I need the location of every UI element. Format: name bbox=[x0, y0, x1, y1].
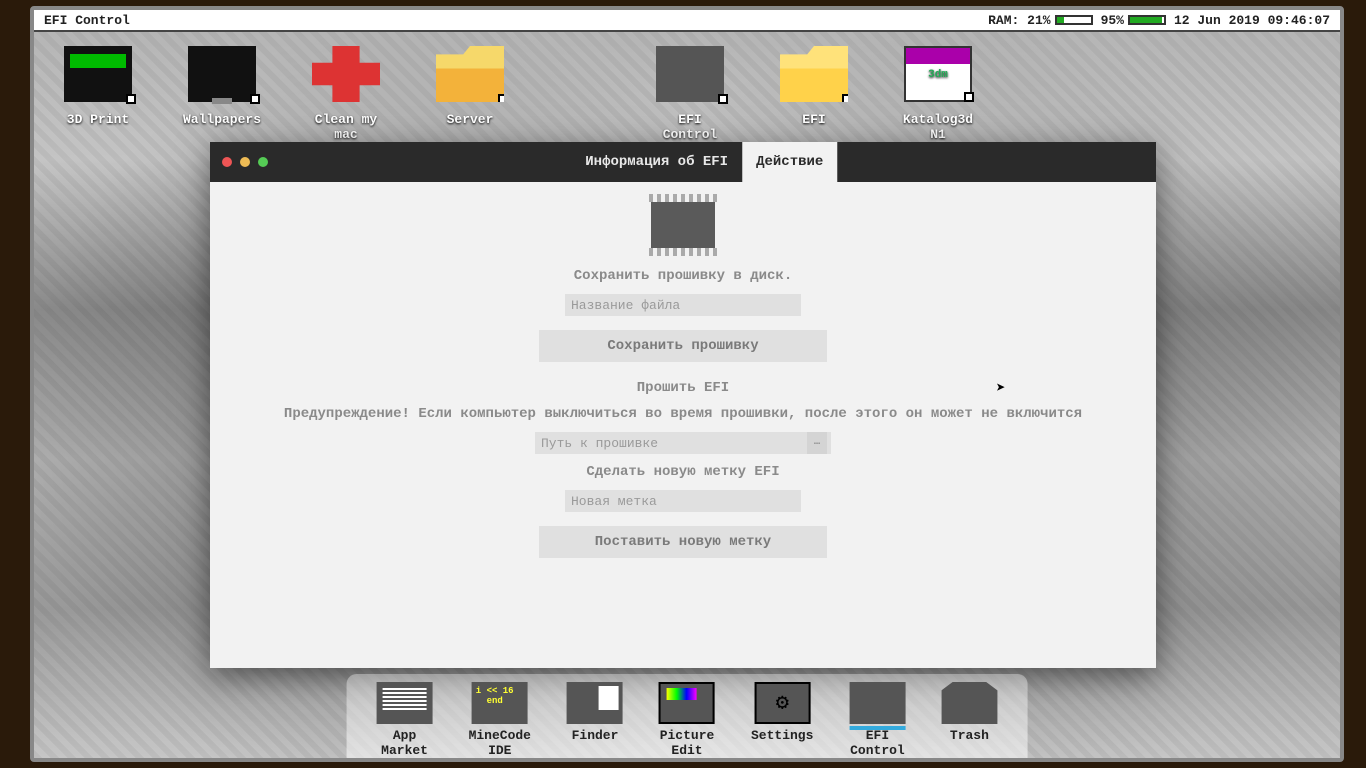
efi-icon bbox=[849, 682, 905, 724]
app-title: EFI Control bbox=[44, 13, 130, 28]
dock-label: EFI Control bbox=[849, 728, 905, 758]
chip-icon bbox=[651, 202, 715, 248]
desktop-icon-3d-print[interactable]: 3D Print bbox=[58, 46, 138, 142]
desktop-icon-server[interactable]: Server bbox=[430, 46, 510, 142]
app-window: Информация об EFI Действие Сохранить про… bbox=[210, 142, 1156, 668]
dock-item-picture-edit[interactable]: Picture Edit bbox=[659, 682, 715, 758]
dock-label: App Market bbox=[377, 728, 433, 758]
dock-item-app-market[interactable]: App Market bbox=[377, 682, 433, 758]
tab-info[interactable]: Информация об EFI bbox=[571, 142, 742, 182]
icon-label: Katalog3d N1 bbox=[898, 112, 978, 142]
dock-item-finder[interactable]: Finder bbox=[567, 682, 623, 758]
icon-label: Server bbox=[430, 112, 510, 127]
ram-value: 21% bbox=[1027, 13, 1050, 28]
monitor-icon bbox=[188, 46, 256, 102]
save-firmware-button[interactable]: Сохранить прошивку bbox=[539, 330, 827, 362]
folder-icon bbox=[436, 46, 504, 102]
dock-label: Trash bbox=[941, 728, 997, 743]
clean-icon bbox=[312, 46, 380, 102]
browse-button[interactable]: … bbox=[807, 432, 827, 454]
dock-label: Settings bbox=[751, 728, 813, 743]
tab-action[interactable]: Действие bbox=[742, 142, 837, 182]
dock-item-efi-control[interactable]: EFI Control bbox=[849, 682, 905, 758]
market-icon bbox=[377, 682, 433, 724]
trash-icon bbox=[941, 682, 997, 724]
desktop-icon-efi-control[interactable]: EFI Control bbox=[650, 46, 730, 142]
battery-value: 95% bbox=[1101, 13, 1124, 28]
set-label-button[interactable]: Поставить новую метку bbox=[539, 526, 827, 558]
printer-icon bbox=[64, 46, 132, 102]
minimize-icon[interactable] bbox=[240, 157, 250, 167]
dock-item-settings[interactable]: Settings bbox=[751, 682, 813, 758]
dock-label: Finder bbox=[567, 728, 623, 743]
doc-icon bbox=[904, 46, 972, 102]
flash-warning: Предупреждение! Если компьютер выключить… bbox=[250, 406, 1116, 422]
clock: 12 Jun 2019 09:46:07 bbox=[1174, 13, 1330, 28]
window-content: Сохранить прошивку в диск. Сохранить про… bbox=[210, 182, 1156, 590]
folder yel-icon bbox=[780, 46, 848, 102]
close-icon[interactable] bbox=[222, 157, 232, 167]
desktop-icon-efi[interactable]: EFI bbox=[774, 46, 854, 142]
dock-label: MineCode IDE bbox=[469, 728, 531, 758]
newlabel-input[interactable] bbox=[565, 490, 801, 512]
icon-label: EFI Control bbox=[650, 112, 730, 142]
save-section-label: Сохранить прошивку в диск. bbox=[250, 268, 1116, 284]
filename-input[interactable] bbox=[565, 294, 801, 316]
desktop-icon-clean-my-mac[interactable]: Clean my mac bbox=[306, 46, 386, 142]
chip-icon bbox=[656, 46, 724, 102]
ide-icon bbox=[472, 682, 528, 724]
ram-bar-icon bbox=[1055, 15, 1093, 25]
flash-section-label: Прошить EFI bbox=[250, 380, 1116, 396]
desktop-icon-wallpapers[interactable]: Wallpapers bbox=[182, 46, 262, 142]
dock-item-minecode-ide[interactable]: MineCode IDE bbox=[469, 682, 531, 758]
desktop-icon-katalog3d-n1[interactable]: Katalog3d N1 bbox=[898, 46, 978, 142]
menubar: EFI Control RAM: 21% 95% 12 Jun 2019 09:… bbox=[34, 10, 1340, 32]
icon-label: Clean my mac bbox=[306, 112, 386, 142]
desktop-icons: 3D Print Wallpapers Clean my mac Server EFI … bbox=[58, 46, 1316, 142]
icon-label: EFI bbox=[774, 112, 854, 127]
dock-label: Picture Edit bbox=[659, 728, 715, 758]
set-icon bbox=[754, 682, 810, 724]
icon-label: Wallpapers bbox=[182, 112, 262, 127]
dock-item-trash[interactable]: Trash bbox=[941, 682, 997, 758]
pic-icon bbox=[659, 682, 715, 724]
newlabel-section-label: Сделать новую метку EFI bbox=[250, 464, 1116, 480]
icon-label: 3D Print bbox=[58, 112, 138, 127]
window-titlebar[interactable]: Информация об EFI Действие bbox=[210, 142, 1156, 182]
dock: App Market MineCode IDE Finder Picture Edit… bbox=[347, 674, 1028, 758]
firmware-path-input[interactable] bbox=[535, 432, 831, 454]
battery-bar-icon bbox=[1128, 15, 1166, 25]
finder-icon bbox=[567, 682, 623, 724]
ram-label: RAM: bbox=[988, 13, 1019, 28]
maximize-icon[interactable] bbox=[258, 157, 268, 167]
